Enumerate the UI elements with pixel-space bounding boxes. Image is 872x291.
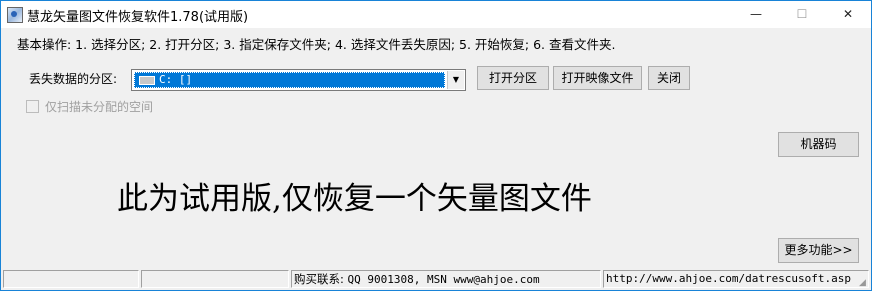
maximize-button[interactable]: ☐ [779,1,825,28]
close-button[interactable]: 关闭 [648,66,690,90]
status-pane-2 [141,270,289,288]
scan-unallocated-checkbox-row[interactable]: 仅扫描未分配的空间 [26,98,153,115]
partition-select[interactable]: C: [] ▼ [131,69,466,91]
close-window-button[interactable]: ✕ [825,1,871,28]
resize-grip-icon[interactable]: ◢ [859,278,869,288]
status-url: http://www.ahjoe.com/datrescusoft.asp [603,270,869,288]
open-partition-button[interactable]: 打开分区 [477,66,549,90]
title-bar[interactable]: 慧龙矢量图文件恢复软件1.78(试用版) — ☐ ✕ [1,1,871,28]
more-features-button[interactable]: 更多功能>> [778,238,859,263]
main-window: 慧龙矢量图文件恢复软件1.78(试用版) — ☐ ✕ 基本操作: 1. 选择分区… [0,0,872,291]
scan-unallocated-checkbox[interactable] [26,100,39,113]
trial-notice: 此为试用版,仅恢复一个矢量图文件 [117,181,592,217]
open-image-file-button[interactable]: 打开映像文件 [553,66,642,90]
machine-code-button[interactable]: 机器码 [778,132,859,157]
window-title: 慧龙矢量图文件恢复软件1.78(试用版) [27,10,249,25]
status-bar: 购买联系: QQ 9001308, MSN www@ahjoe.com http… [1,268,871,290]
partition-selected-value: C: [] [159,73,193,86]
minimize-button[interactable]: — [733,1,779,28]
drive-icon [139,75,155,85]
scan-unallocated-label: 仅扫描未分配的空间 [45,100,154,114]
status-contact: 购买联系: QQ 9001308, MSN www@ahjoe.com [291,270,601,288]
partition-label: 丢失数据的分区: [29,72,118,86]
instructions-text: 基本操作: 1. 选择分区; 2. 打开分区; 3. 指定保存文件夹; 4. 选… [17,37,616,52]
partition-selected-item[interactable]: C: [] [134,72,445,88]
contact-label: 购买联系: [294,272,344,286]
app-icon[interactable] [7,7,23,23]
contact-value: QQ 9001308, MSN www@ahjoe.com [347,273,540,286]
dropdown-arrow-icon[interactable]: ▼ [447,71,464,89]
status-pane-1 [3,270,139,288]
